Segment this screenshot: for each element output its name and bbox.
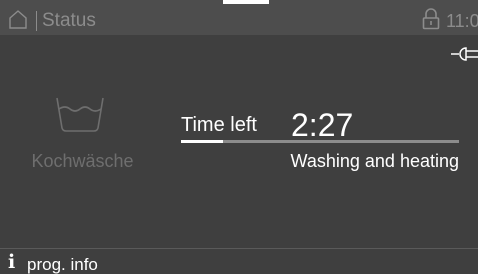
home-icon[interactable] xyxy=(8,9,28,29)
progress-bar xyxy=(181,140,459,143)
info-icon: i xyxy=(8,251,16,273)
plug-icon xyxy=(451,47,478,61)
program-phase: Washing and heating xyxy=(290,151,459,171)
page-title: Status xyxy=(42,10,96,31)
progress-fill xyxy=(181,140,223,143)
washing-basin-icon xyxy=(56,97,104,132)
program-info-label: prog. info xyxy=(27,255,98,274)
program-name: Kochwäsche xyxy=(31,151,134,171)
time-left-label: Time left xyxy=(181,114,257,136)
clock: 11:02 xyxy=(446,11,478,31)
status-bar: Status 11:02 xyxy=(0,0,478,35)
remaining-time: 2:27 xyxy=(291,107,354,143)
pull-down-handle[interactable] xyxy=(223,0,269,4)
lock-icon xyxy=(422,8,440,30)
title-divider xyxy=(36,11,37,31)
